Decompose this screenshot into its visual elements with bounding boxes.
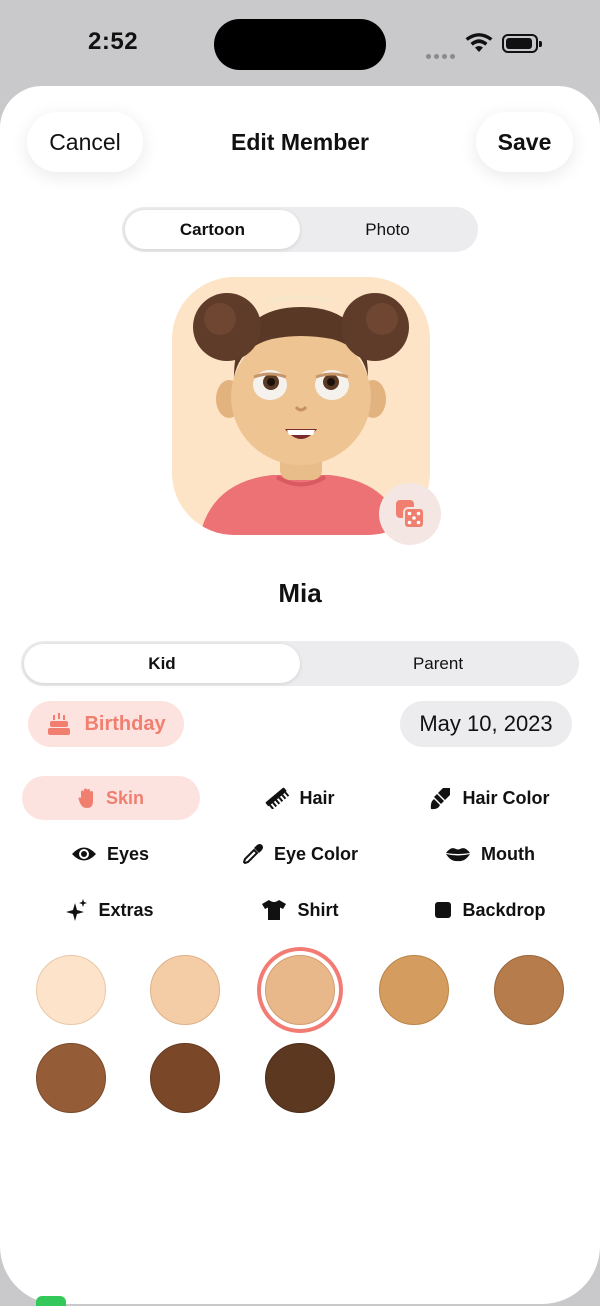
background-app-fragment [36, 1296, 66, 1306]
tab-kid[interactable]: Kid [24, 644, 300, 683]
tshirt-icon [262, 900, 287, 920]
birthday-cake-icon [48, 713, 71, 735]
hand-icon [78, 788, 93, 808]
skin-swatch[interactable] [36, 1043, 106, 1113]
category-eyes[interactable]: Eyes [50, 832, 170, 876]
skin-swatch[interactable] [379, 955, 449, 1025]
category-shirt[interactable]: Shirt [240, 888, 360, 932]
role-segmented-control: Kid Parent [21, 641, 579, 686]
birthday-label: Birthday [84, 712, 166, 735]
tab-photo[interactable]: Photo [300, 210, 475, 249]
status-bar: 2:52 [0, 0, 600, 88]
birthday-date-picker[interactable]: May 10, 2023 [400, 701, 572, 747]
member-name[interactable]: Mia [0, 578, 600, 609]
category-hair-color[interactable]: Hair Color [410, 776, 570, 820]
avatar-preview [172, 277, 441, 545]
category-hair[interactable]: Hair [230, 776, 370, 820]
category-label: Eyes [106, 843, 150, 864]
eyedropper-icon [242, 844, 263, 865]
battery-icon [502, 34, 542, 53]
category-backdrop[interactable]: Backdrop [415, 888, 565, 932]
lips-icon [446, 848, 470, 862]
tab-cartoon[interactable]: Cartoon [125, 210, 300, 249]
category-label: Backdrop [462, 899, 546, 920]
category-label: Shirt [297, 899, 339, 920]
paintbrush-icon [431, 788, 451, 810]
sparkles-icon [66, 899, 88, 921]
skin-swatch[interactable] [494, 955, 564, 1025]
skin-swatch[interactable] [150, 955, 220, 1025]
edit-member-sheet: Cancel Edit Member Save Cartoon Photo Mi… [0, 86, 600, 1304]
category-label: Mouth [481, 843, 535, 864]
category-eye-color[interactable]: Eye Color [225, 832, 375, 876]
skin-swatch[interactable] [265, 1043, 335, 1113]
save-button[interactable]: Save [476, 112, 573, 172]
skin-swatch-selected[interactable] [265, 955, 335, 1025]
category-mouth[interactable]: Mouth [425, 832, 555, 876]
status-time: 2:52 [88, 28, 139, 55]
category-label: Extras [98, 899, 154, 920]
randomize-dice-button[interactable] [379, 483, 441, 545]
category-label: Hair [299, 787, 335, 808]
category-label: Eye Color [273, 843, 359, 864]
tab-parent[interactable]: Parent [300, 644, 576, 683]
category-label: Hair Color [462, 787, 550, 808]
wifi-icon [465, 33, 493, 52]
avatar-mode-segmented-control: Cartoon Photo [122, 207, 478, 252]
comb-icon [266, 787, 290, 809]
birthday-button[interactable]: Birthday [28, 701, 184, 747]
category-extras[interactable]: Extras [48, 888, 172, 932]
eye-icon [71, 847, 96, 861]
category-label: Skin [105, 787, 144, 808]
skin-swatch[interactable] [36, 955, 106, 1025]
dice-icon [396, 500, 425, 529]
square-icon [435, 902, 452, 918]
signal-icon [426, 46, 458, 59]
category-skin[interactable]: Skin [22, 776, 200, 820]
skin-swatch[interactable] [150, 1043, 220, 1113]
dynamic-island [214, 19, 386, 70]
